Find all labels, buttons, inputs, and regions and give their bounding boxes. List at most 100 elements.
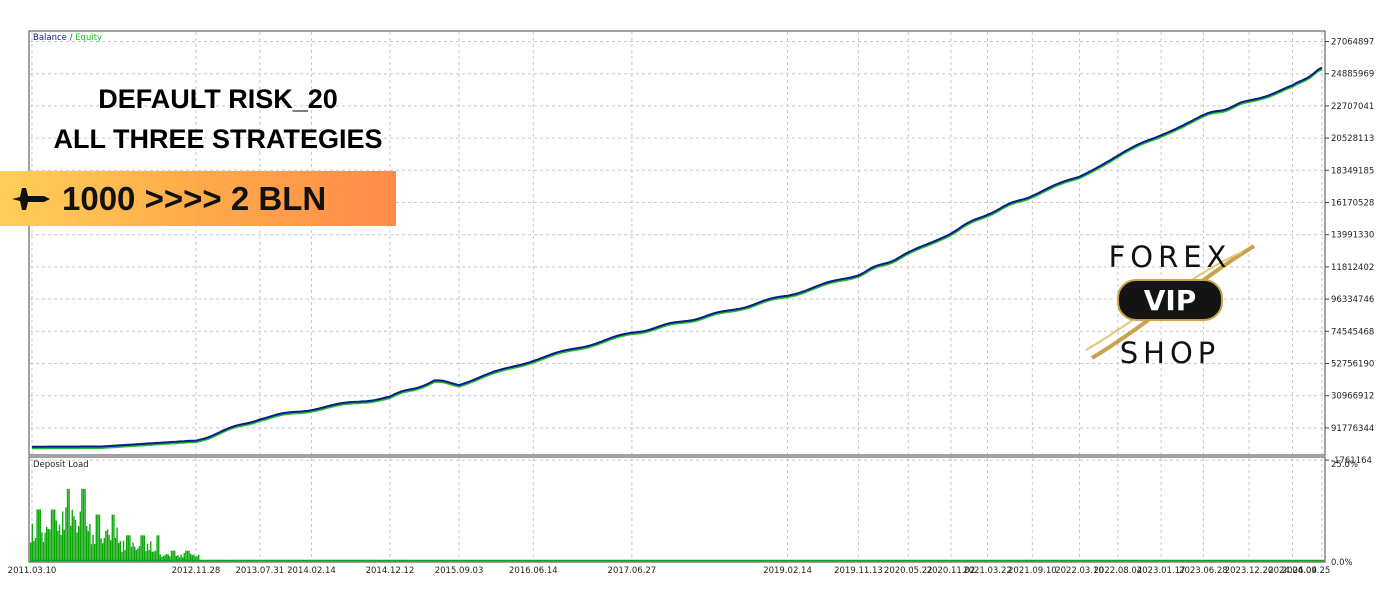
deposit-load-bar: [140, 535, 142, 562]
deposit-load-bar: [73, 516, 75, 561]
deposit-load-bar: [68, 488, 70, 561]
y-tick-label: 18349185: [1331, 166, 1374, 176]
deposit-load-bar: [158, 535, 160, 562]
banner-text: 1000 >>>> 2 BLN: [62, 179, 327, 217]
deposit-load-bar: [98, 514, 101, 561]
deposit-load-bar: [47, 528, 49, 561]
forex-vip-shop-logo: FOREX VIP SHOP: [1085, 240, 1256, 370]
deposit-load-bar: [70, 525, 72, 561]
deposit-load-bar: [156, 535, 158, 562]
deposit-load-bar: [170, 550, 173, 561]
deposit-load-bar: [132, 542, 134, 561]
deposit-load-bar: [114, 537, 117, 561]
deposit-load-bar: [122, 540, 125, 561]
deposit-load-bar: [33, 541, 35, 561]
legend-separator: /: [67, 33, 75, 43]
deposit-load-bar: [106, 529, 109, 561]
deposit-load-bar: [130, 546, 133, 561]
x-tick-label: 2011.03.10: [8, 566, 57, 576]
deposit-load-bar: [42, 542, 45, 561]
deposit-load-bar: [134, 546, 136, 561]
deposit-load-bar: [90, 544, 93, 561]
deposit-load-bar: [74, 520, 77, 561]
deposit-load-bar: [100, 538, 102, 561]
deposit-load-bar: [150, 541, 152, 561]
growth-banner: 1000 >>>> 2 BLN: [0, 171, 396, 226]
deposit-load-bar: [76, 532, 78, 561]
x-tick-label: 2015.09.03: [435, 566, 484, 576]
deposit-load-bar: [31, 523, 33, 561]
deposit-y-min-label: 0.0%: [1331, 558, 1353, 568]
deposit-load-bar: [44, 532, 46, 561]
legend: Balance / Equity: [33, 33, 102, 43]
deposit-load-bar: [129, 535, 131, 562]
y-tick-label: 52756190: [1331, 360, 1374, 370]
deposit-load-bar: [116, 527, 118, 561]
x-tick-label: 2023.06.28: [1179, 566, 1228, 576]
deposit-load-bar: [97, 514, 99, 561]
x-tick-label: 2012.11.28: [172, 566, 221, 576]
x-tick-label: 2020.05.22: [884, 566, 933, 576]
deposit-load-bar: [108, 535, 110, 561]
x-tick-label: 2024.09.25: [1282, 566, 1331, 576]
deposit-load-bar: [138, 546, 141, 561]
y-tick-label: 11812402: [1331, 263, 1374, 273]
x-tick-label: 2014.02.14: [287, 566, 336, 576]
y-tick-label: 30966912: [1331, 392, 1374, 402]
y-tick-label: 27064897: [1331, 38, 1374, 48]
deposit-load-bar: [102, 543, 104, 561]
y-tick-label: 96334746: [1331, 295, 1374, 305]
deposit-load-bar: [58, 524, 61, 561]
deposit-load-bar: [113, 514, 115, 561]
deposit-load-bar: [153, 551, 155, 561]
deposit-load-bar: [41, 532, 43, 561]
deposit-load-bar: [124, 549, 126, 561]
x-tick-label: 2014.12.12: [366, 566, 415, 576]
deposit-load-bar: [143, 535, 145, 562]
deposit-load-bar: [126, 535, 128, 562]
headline-line-2: ALL THREE STRATEGIES: [53, 124, 383, 154]
deposit-plot-frame: [28, 456, 1326, 563]
logo-text-forex: FOREX: [1109, 240, 1232, 274]
y-tick-label: 20528113: [1331, 134, 1374, 144]
deposit-load-bar: [186, 550, 189, 561]
deposit-load-bar: [34, 538, 37, 561]
legend-equity: Equity: [75, 33, 102, 43]
deposit-load-title: Deposit Load: [33, 460, 89, 470]
deposit-load-bar: [105, 530, 107, 561]
y-tick-label: 74545468: [1331, 327, 1374, 337]
x-tick-label: 2021.09.10: [1008, 566, 1057, 576]
x-tick-label: 2019.02.14: [763, 566, 812, 576]
y-tick-label: 24885969: [1331, 70, 1374, 80]
deposit-load-bar: [111, 514, 113, 561]
deposit-load-bar: [146, 543, 149, 561]
deposit-load-bar: [95, 514, 97, 561]
deposit-load-bar: [137, 548, 139, 561]
deposit-load-bar: [148, 550, 150, 561]
deposit-load-bar: [62, 511, 64, 561]
deposit-load-bar: [84, 488, 86, 561]
x-tick-label: 2016.06.14: [509, 566, 558, 576]
deposit-load-bar: [188, 550, 190, 561]
jet-plane-icon: [12, 187, 50, 210]
deposit-load-bar: [54, 509, 56, 561]
headline-line-1: DEFAULT RISK_20: [98, 84, 338, 114]
deposit-y-max-label: 25.0%: [1331, 460, 1358, 470]
deposit-load-bar: [46, 526, 48, 561]
x-tick-label: 2022.08.04: [1094, 566, 1143, 576]
legend-balance: Balance: [33, 33, 67, 43]
deposit-load-bar: [57, 530, 59, 561]
deposit-load-bar: [55, 520, 57, 561]
logo-text-vip: VIP: [1144, 284, 1197, 317]
deposit-load-bar: [50, 509, 53, 561]
deposit-load-bar: [121, 551, 123, 561]
deposit-load-bar: [39, 509, 41, 561]
deposit-load-bar: [103, 538, 105, 561]
deposit-load-bar: [36, 509, 38, 561]
deposit-load-bar: [92, 535, 94, 561]
x-tick-label: 2023.12.20: [1225, 566, 1274, 576]
y-tick-label: 22707041: [1331, 102, 1374, 112]
strategy-report: 2011.03.10 2012.11.28 2013.07.31 2014.02.14…: [0, 0, 1400, 600]
deposit-load-bar: [79, 511, 81, 561]
deposit-load-bar: [142, 535, 144, 562]
